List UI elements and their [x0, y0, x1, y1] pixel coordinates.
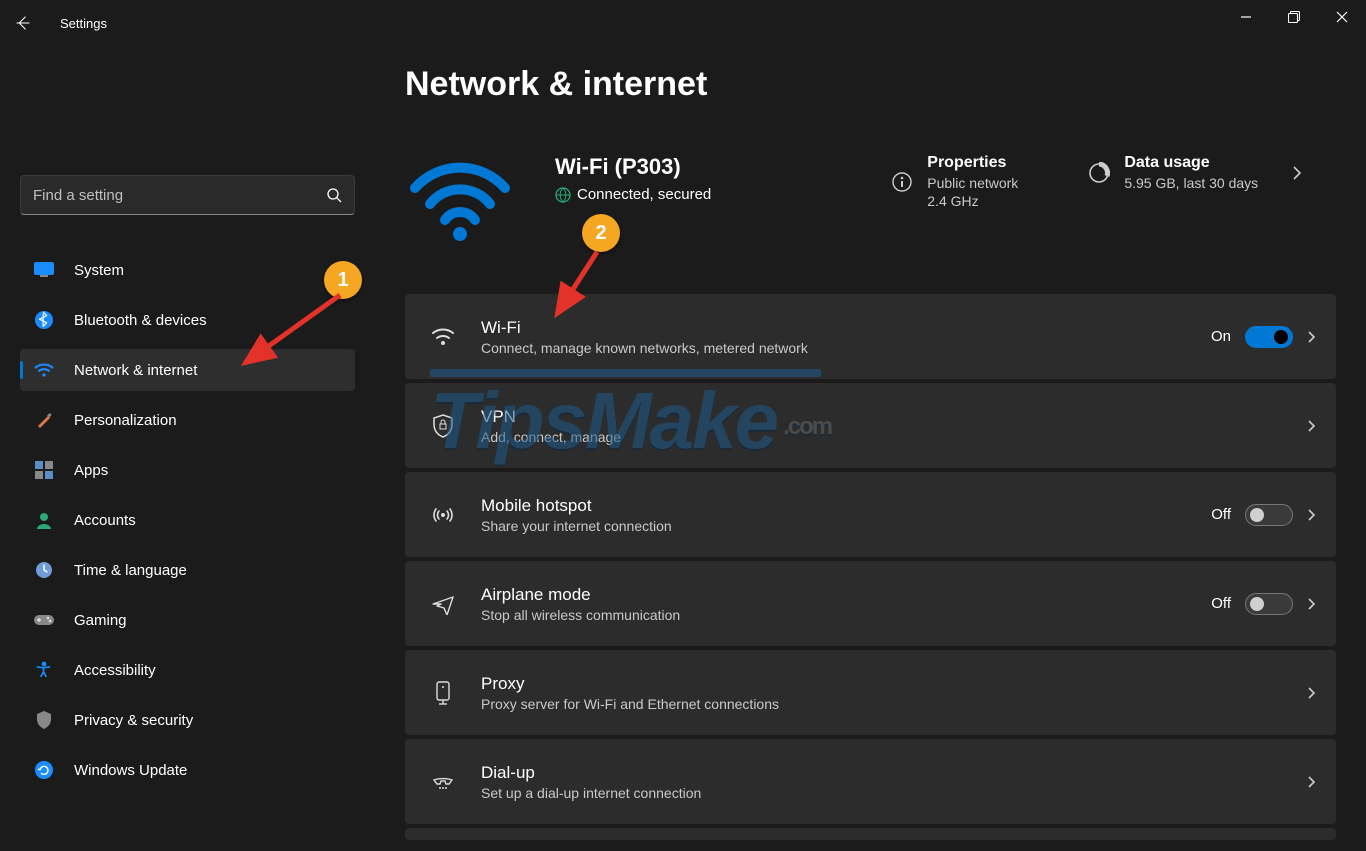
annotation-badge-1: 1 [324, 261, 362, 299]
phone-icon [429, 772, 457, 792]
data-usage-sub: 5.95 GB, last 30 days [1124, 174, 1258, 192]
search-input[interactable] [21, 186, 314, 205]
back-button[interactable] [0, 0, 46, 46]
chevron-right-icon [1307, 508, 1316, 522]
monitor-icon [34, 260, 54, 280]
data-usage-icon [1088, 162, 1110, 184]
sidebar-item-network[interactable]: Network & internet [20, 349, 355, 391]
globe-icon [555, 187, 571, 203]
shield-icon [34, 710, 54, 730]
sidebar-item-update[interactable]: Windows Update [20, 749, 355, 791]
network-status: Connected, secured [555, 186, 711, 203]
brush-icon [34, 410, 54, 430]
hotspot-toggle[interactable] [1245, 504, 1293, 526]
card-title: Wi-Fi [481, 318, 1187, 338]
card-subtitle: Stop all wireless communication [481, 607, 1187, 623]
shield-lock-icon [429, 414, 457, 438]
bluetooth-icon [34, 310, 54, 330]
update-icon [34, 760, 54, 780]
wifi-signal-icon [405, 154, 515, 244]
sidebar-item-system[interactable]: System [20, 249, 355, 291]
card-title: Airplane mode [481, 585, 1187, 605]
accessibility-icon [34, 660, 54, 680]
sidebar-item-accounts[interactable]: Accounts [20, 499, 355, 541]
card-title: Proxy [481, 674, 1283, 694]
chevron-right-icon [1307, 330, 1316, 344]
sidebar-item-label: Apps [74, 462, 108, 479]
card-title: Dial-up [481, 763, 1283, 783]
data-usage-link[interactable]: Data usage 5.95 GB, last 30 days [1088, 154, 1302, 192]
sidebar-item-bluetooth[interactable]: Bluetooth & devices [20, 299, 355, 341]
wifi-icon [34, 360, 54, 380]
card-subtitle: Connect, manage known networks, metered … [481, 340, 1187, 356]
card-hotspot[interactable]: Mobile hotspot Share your internet conne… [405, 472, 1336, 557]
properties-title: Properties [927, 154, 1018, 172]
person-icon [34, 510, 54, 530]
server-icon [429, 681, 457, 705]
sidebar-item-label: Network & internet [74, 362, 197, 379]
card-subtitle: Share your internet connection [481, 518, 1187, 534]
window-minimize-button[interactable] [1222, 0, 1270, 34]
sidebar-item-label: Accessibility [74, 662, 156, 679]
toggle-state-label: Off [1211, 595, 1231, 612]
card-vpn[interactable]: VPN Add, connect, manage [405, 383, 1336, 468]
sidebar-item-label: Gaming [74, 612, 127, 629]
info-icon [891, 171, 913, 193]
sidebar-item-accessibility[interactable]: Accessibility [20, 649, 355, 691]
network-name: Wi-Fi (P303) [555, 154, 711, 180]
sidebar-item-gaming[interactable]: Gaming [20, 599, 355, 641]
sidebar-item-time[interactable]: Time & language [20, 549, 355, 591]
card-dialup[interactable]: Dial-up Set up a dial-up internet connec… [405, 739, 1336, 824]
sidebar-item-label: Privacy & security [74, 712, 193, 729]
apps-icon [34, 460, 54, 480]
annotation-badge-2: 2 [582, 214, 620, 252]
data-usage-title: Data usage [1124, 154, 1258, 172]
sidebar-item-label: System [74, 262, 124, 279]
search-icon [314, 187, 354, 203]
card-placeholder [405, 828, 1336, 840]
sidebar-item-apps[interactable]: Apps [20, 449, 355, 491]
card-wifi[interactable]: Wi-Fi Connect, manage known networks, me… [405, 294, 1336, 379]
wifi-toggle[interactable] [1245, 326, 1293, 348]
toggle-state-label: Off [1211, 506, 1231, 523]
card-subtitle: Add, connect, manage [481, 429, 1283, 445]
sidebar-item-label: Bluetooth & devices [74, 312, 207, 329]
card-proxy[interactable]: Proxy Proxy server for Wi-Fi and Etherne… [405, 650, 1336, 735]
hotspot-icon [429, 505, 457, 525]
network-properties-link[interactable]: Properties Public network2.4 GHz [891, 154, 1018, 210]
chevron-right-icon [1307, 597, 1316, 611]
sidebar-item-privacy[interactable]: Privacy & security [20, 699, 355, 741]
card-subtitle: Proxy server for Wi-Fi and Ethernet conn… [481, 696, 1283, 712]
card-airplane[interactable]: Airplane mode Stop all wireless communic… [405, 561, 1336, 646]
card-subtitle: Set up a dial-up internet connection [481, 785, 1283, 801]
sidebar-item-label: Windows Update [74, 762, 187, 779]
app-title: Settings [60, 16, 107, 31]
window-restore-button[interactable] [1270, 0, 1318, 34]
sidebar-item-label: Personalization [74, 412, 177, 429]
card-title: VPN [481, 407, 1283, 427]
window-close-button[interactable] [1318, 0, 1366, 34]
chevron-right-icon [1292, 165, 1302, 181]
toggle-state-label: On [1211, 328, 1231, 345]
card-title: Mobile hotspot [481, 496, 1187, 516]
airplane-icon [429, 593, 457, 615]
chevron-right-icon [1307, 419, 1316, 433]
page-title: Network & internet [405, 65, 1336, 104]
gamepad-icon [34, 610, 54, 630]
chevron-right-icon [1307, 775, 1316, 789]
sidebar-item-label: Time & language [74, 562, 187, 579]
clock-icon [34, 560, 54, 580]
properties-sub: Public network2.4 GHz [927, 174, 1018, 210]
search-field[interactable] [20, 175, 355, 215]
chevron-right-icon [1307, 686, 1316, 700]
sidebar-item-label: Accounts [74, 512, 136, 529]
airplane-toggle[interactable] [1245, 593, 1293, 615]
wifi-icon [429, 327, 457, 347]
sidebar-item-personalization[interactable]: Personalization [20, 399, 355, 441]
